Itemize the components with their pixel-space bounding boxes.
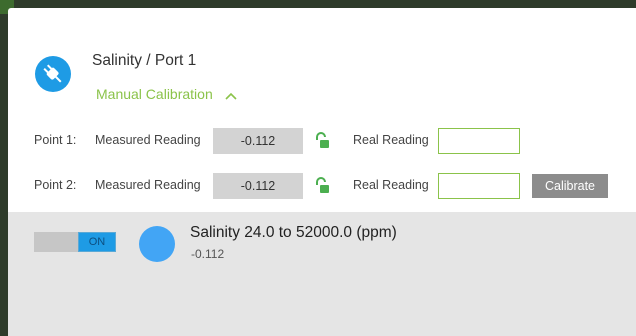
chevron-up-icon bbox=[225, 87, 237, 103]
real-reading-input[interactable] bbox=[438, 173, 520, 199]
plug-icon bbox=[35, 56, 71, 92]
calibration-point-row: Point 2: Measured Reading -0.112 Real Re… bbox=[8, 173, 636, 199]
point-label: Point 2: bbox=[34, 178, 77, 192]
measured-reading-label: Measured Reading bbox=[95, 178, 201, 192]
status-indicator bbox=[139, 226, 175, 262]
real-reading-label: Real Reading bbox=[353, 178, 429, 192]
measured-reading-label: Measured Reading bbox=[95, 133, 201, 147]
manual-calibration-label: Manual Calibration bbox=[96, 86, 213, 102]
unlock-icon[interactable] bbox=[314, 177, 330, 195]
sensor-value: -0.112 bbox=[191, 247, 225, 261]
page-title: Salinity / Port 1 bbox=[92, 52, 197, 69]
sensor-toggle[interactable]: ON bbox=[34, 232, 116, 252]
point-label: Point 1: bbox=[34, 133, 77, 147]
real-reading-input[interactable] bbox=[438, 128, 520, 154]
manual-calibration-toggle[interactable]: Manual Calibration bbox=[96, 86, 237, 103]
toggle-on-label: ON bbox=[78, 232, 116, 252]
sensor-panel: ON Salinity 24.0 to 52000.0 (ppm) -0.112 bbox=[8, 212, 636, 336]
calibrate-button[interactable]: Calibrate bbox=[532, 174, 608, 198]
calibration-point-row: Point 1: Measured Reading -0.112 Real Re… bbox=[8, 128, 636, 154]
unlock-icon[interactable] bbox=[314, 132, 330, 150]
real-reading-label: Real Reading bbox=[353, 133, 429, 147]
measured-reading-value: -0.112 bbox=[213, 128, 303, 154]
measured-reading-value: -0.112 bbox=[213, 173, 303, 199]
calibration-dialog: Salinity / Port 1 Manual Calibration Poi… bbox=[8, 8, 636, 336]
sensor-name: Salinity 24.0 to 52000.0 (ppm) bbox=[190, 224, 397, 241]
